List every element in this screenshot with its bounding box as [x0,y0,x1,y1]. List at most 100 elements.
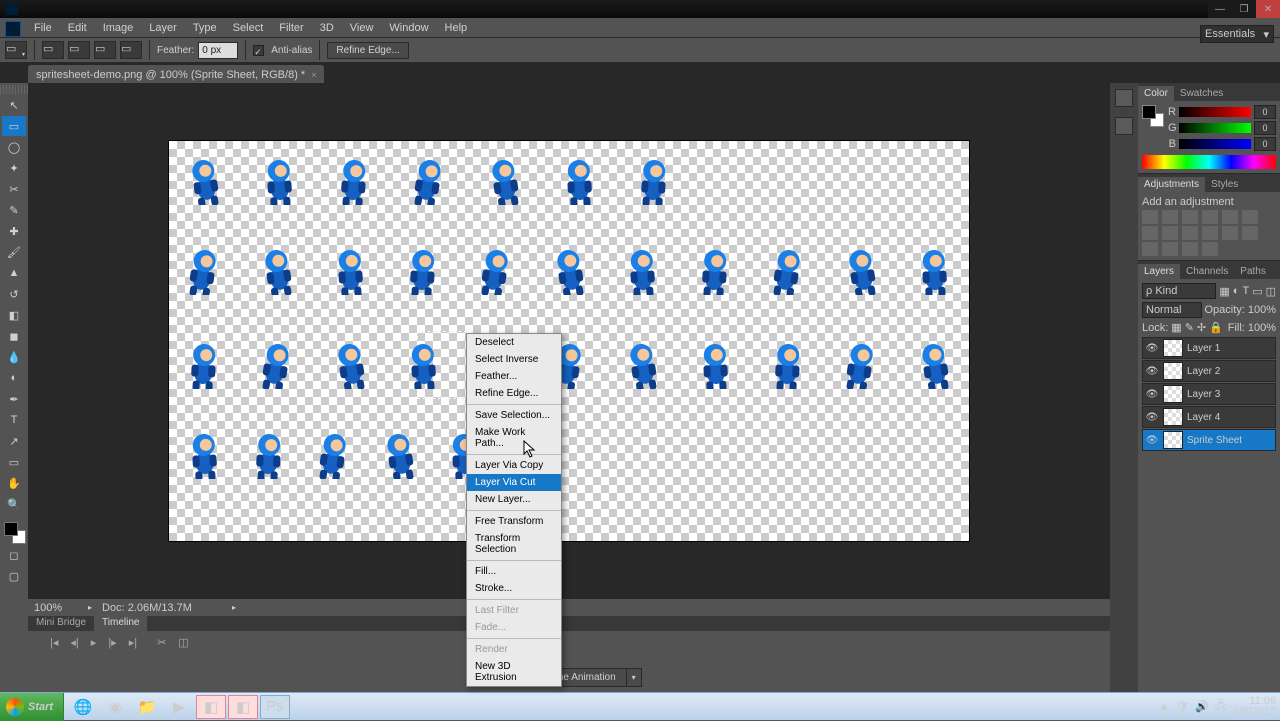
context-make-work-path-[interactable]: Make Work Path... [467,424,561,452]
intersect-selection-icon[interactable]: ▭ [120,41,142,59]
context-layer-via-cut[interactable]: Layer Via Cut [467,474,561,491]
context-select-inverse[interactable]: Select Inverse [467,351,561,368]
screenmode-icon[interactable]: ▢ [2,566,26,586]
adj-icon[interactable] [1182,226,1198,240]
menu-help[interactable]: Help [437,20,476,36]
taskbar-photoshop-icon[interactable]: Ps [260,695,290,719]
taskbar-app-icon[interactable]: ◧ [228,695,258,719]
adj-icon[interactable] [1162,210,1178,224]
lasso-tool-icon[interactable]: ◯ [2,137,26,157]
new-selection-icon[interactable]: ▭ [42,41,64,59]
wand-tool-icon[interactable]: ✦ [2,158,26,178]
lock-icon[interactable]: 🔒 [1209,321,1223,334]
tray-icon[interactable]: 🔊 [1195,700,1209,713]
taskbar-media-icon[interactable]: ▶ [164,695,194,719]
adj-icon[interactable] [1202,226,1218,240]
adj-icon[interactable] [1142,210,1158,224]
antialias-checkbox[interactable] [253,45,264,56]
adj-icon[interactable] [1242,210,1258,224]
context-fill-[interactable]: Fill... [467,563,561,580]
spectrum-strip[interactable] [1142,155,1276,169]
quickmask-icon[interactable]: ◻ [2,545,26,565]
menu-window[interactable]: Window [381,20,436,36]
menu-type[interactable]: Type [185,20,225,36]
tab-styles[interactable]: Styles [1205,177,1244,192]
eyedropper-tool-icon[interactable]: ✎ [2,200,26,220]
eraser-tool-icon[interactable]: ◧ [2,305,26,325]
taskbar-chrome-icon[interactable]: ◉ [100,695,130,719]
tab-channels[interactable]: Channels [1180,264,1234,279]
layer-name[interactable]: Layer 2 [1187,366,1220,377]
sub-selection-icon[interactable]: ▭ [94,41,116,59]
timeline-mode-dropdown-icon[interactable]: ▾ [626,668,642,687]
color-swatch[interactable] [2,520,26,544]
layer-row[interactable]: 👁 Layer 3 [1142,383,1276,405]
context-save-selection-[interactable]: Save Selection... [467,407,561,424]
adj-icon[interactable] [1182,242,1198,256]
menu-select[interactable]: Select [225,20,272,36]
adj-icon[interactable] [1222,210,1238,224]
layer-row[interactable]: 👁Sprite Sheet [1142,429,1276,451]
layer-thumb[interactable] [1163,431,1183,449]
blue-slider[interactable] [1179,139,1251,149]
lock-icon[interactable]: ✎ [1185,321,1194,334]
crop-tool-icon[interactable]: ✂ [2,179,26,199]
tab-paths[interactable]: Paths [1234,264,1272,279]
document-tab[interactable]: spritesheet-demo.png @ 100% (Sprite Shee… [28,65,324,83]
opacity-value[interactable]: 100% [1248,304,1276,316]
layer-thumb[interactable] [1163,362,1183,380]
healing-tool-icon[interactable]: ✚ [2,221,26,241]
context-new-layer-[interactable]: New Layer... [467,491,561,508]
tab-layers[interactable]: Layers [1138,264,1180,279]
tray-icon[interactable]: 🖧 [1215,697,1227,716]
properties-panel-icon[interactable] [1115,117,1133,135]
adj-icon[interactable] [1162,242,1178,256]
layer-name[interactable]: Layer 3 [1187,389,1220,400]
zoom-tool-icon[interactable]: 🔍 [2,494,26,514]
taskbar-ie-icon[interactable]: 🌐 [68,695,98,719]
blue-value[interactable]: 0 [1254,137,1276,151]
tray-time[interactable]: 11:06 [1233,696,1276,707]
layer-name[interactable]: Layer 4 [1187,412,1220,423]
timeline-cut-icon[interactable]: ✂ [157,636,166,649]
stamp-tool-icon[interactable]: ▲ [2,263,26,283]
layer-row[interactable]: 👁 Layer 1 [1142,337,1276,359]
blur-tool-icon[interactable]: 💧 [2,347,26,367]
tab-timeline[interactable]: Timeline [94,616,147,631]
current-tool-icon[interactable]: ▭▾ [5,41,27,59]
layer-row[interactable]: 👁 Layer 2 [1142,360,1276,382]
pen-tool-icon[interactable]: ✒ [2,389,26,409]
refine-edge-button[interactable]: Refine Edge... [327,42,408,59]
visibility-icon[interactable]: 👁 [1145,410,1159,424]
feather-input[interactable] [198,42,238,59]
canvas[interactable] [169,141,969,541]
doc-size[interactable]: Doc: 2.06M/13.7M [102,602,222,614]
context-feather-[interactable]: Feather... [467,368,561,385]
layer-name[interactable]: Layer 1 [1187,343,1220,354]
menu-image[interactable]: Image [95,20,142,36]
timeline-prev-icon[interactable]: ◂| [70,636,78,649]
filter-icon[interactable]: ▭ [1252,285,1262,298]
context-transform-selection[interactable]: Transform Selection [467,530,561,558]
adj-icon[interactable] [1142,226,1158,240]
context-free-transform[interactable]: Free Transform [467,513,561,530]
adj-icon[interactable] [1202,210,1218,224]
menu-layer[interactable]: Layer [141,20,185,36]
visibility-icon[interactable]: 👁 [1145,387,1159,401]
close-button[interactable]: ✕ [1256,0,1280,18]
context-refine-edge-[interactable]: Refine Edge... [467,385,561,402]
visibility-icon[interactable]: 👁 [1145,341,1159,355]
taskbar-app-icon[interactable]: ◧ [196,695,226,719]
context-stroke-[interactable]: Stroke... [467,580,561,597]
visibility-icon[interactable]: 👁 [1145,364,1159,378]
add-selection-icon[interactable]: ▭ [68,41,90,59]
lock-icon[interactable]: ▦ [1171,321,1181,334]
tab-color[interactable]: Color [1138,86,1174,101]
menu-edit[interactable]: Edit [60,20,95,36]
taskbar-explorer-icon[interactable]: 📁 [132,695,162,719]
brush-tool-icon[interactable]: 🖌 [2,242,26,262]
green-slider[interactable] [1179,123,1251,133]
filter-icon[interactable]: ◫ [1266,285,1276,298]
layer-row[interactable]: 👁 Layer 4 [1142,406,1276,428]
adj-icon[interactable] [1162,226,1178,240]
